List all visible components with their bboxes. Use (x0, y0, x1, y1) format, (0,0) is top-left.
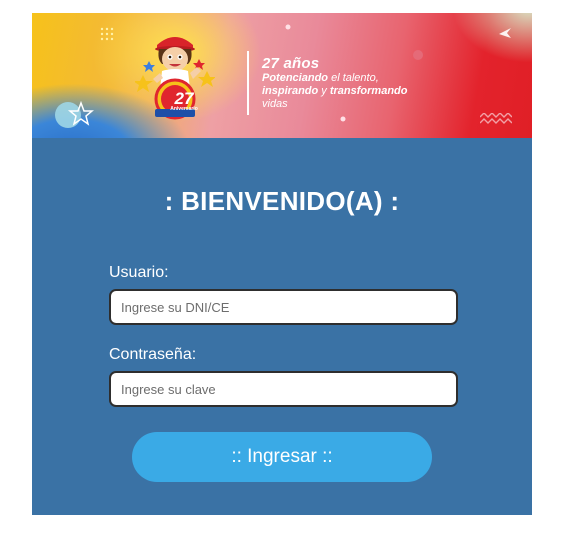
welcome-heading: : BIENVENIDO(A) : (164, 186, 400, 216)
submit-button[interactable]: :: Ingresar :: (132, 432, 432, 482)
star-moon-icon (55, 101, 94, 128)
user-input[interactable] (109, 289, 458, 325)
banner-subtitle: Potenciando el talento, inspirando y tra… (262, 72, 502, 111)
dot-grid-icon (100, 27, 114, 41)
password-input[interactable] (109, 371, 458, 407)
plane-icon (499, 28, 511, 38)
zigzag-icon (480, 113, 512, 124)
sparkle-dot-icon (285, 24, 291, 30)
banner-title: 27 años (262, 55, 320, 72)
anniversary-badge-caption: Aniversario (170, 106, 198, 112)
flower-icon (413, 50, 423, 60)
banner-divider (247, 51, 249, 115)
banner-subtitle-text3: vidas (262, 98, 288, 110)
user-label: Usuario: (109, 264, 169, 281)
banner-corner-tint (452, 13, 532, 63)
banner-subtitle-bold1: Potenciando (262, 72, 329, 84)
banner-subtitle-bold3: transformando (329, 85, 408, 97)
login-card: 27 Aniversario 27 años Potenciando el ta… (32, 13, 532, 515)
banner-subtitle-text2: y (318, 85, 330, 97)
sparkle-dot-icon-2 (340, 116, 346, 122)
anniversary-banner: 27 Aniversario 27 años Potenciando el ta… (32, 13, 532, 138)
banner-subtitle-text1: el talento, (328, 72, 379, 84)
banner-subtitle-bold2: inspirando (262, 85, 319, 97)
password-label: Contraseña: (109, 346, 197, 363)
